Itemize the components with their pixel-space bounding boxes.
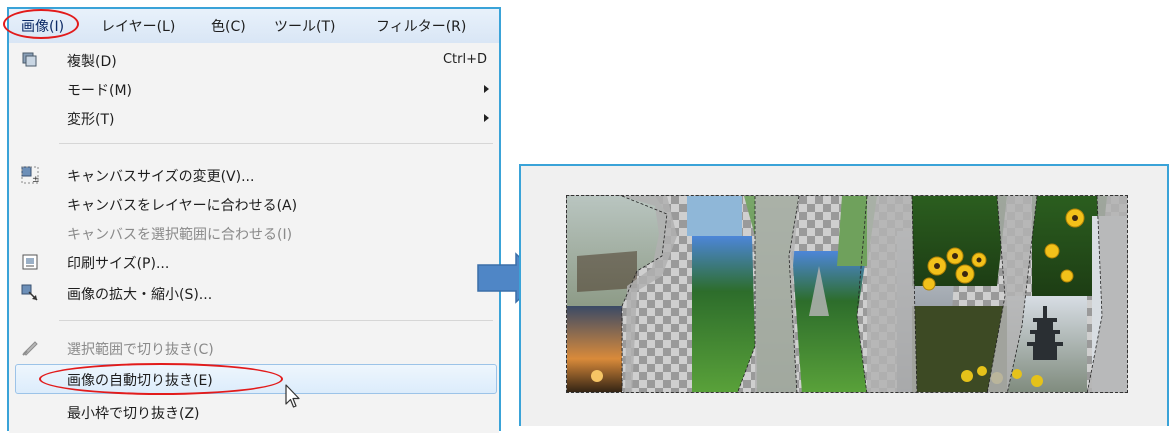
canvas-screenshot [519, 164, 1169, 426]
menu-item-canvas-size[interactable]: ± キャンバスサイズの変更(V)... [9, 160, 499, 190]
duplicate-icon [21, 51, 39, 69]
crop-icon [21, 339, 39, 357]
image-canvas [566, 195, 1128, 393]
submenu-arrow-icon [484, 114, 489, 122]
menu-item-duplicate[interactable]: 複製(D) Ctrl+D [9, 45, 499, 75]
menu-layer[interactable]: レイヤー(L) [101, 16, 175, 36]
image-menu-annotation [3, 9, 79, 39]
menu-item-fit-canvas-to-layers[interactable]: キャンバスをレイヤーに合わせる(A) [9, 189, 499, 219]
scale-image-icon [21, 284, 39, 302]
menu-item-crop-to-content[interactable]: 最小枠で切り抜き(Z) [9, 397, 499, 427]
menu-separator [59, 143, 493, 144]
menu-item-label: キャンバスをレイヤーに合わせる(A) [67, 198, 298, 214]
menu-item-transform[interactable]: 変形(T) [9, 103, 499, 133]
submenu-arrow-icon [484, 85, 489, 93]
menubar: 画像(I) レイヤー(L) 色(C) ツール(T) フィルター(R) [3, 9, 499, 44]
menu-item-label: 選択範囲で切り抜き(C) [67, 342, 214, 358]
menu-item-label: 最小枠で切り抜き(Z) [67, 406, 200, 422]
menu-item-fit-canvas-to-selection: キャンバスを選択範囲に合わせる(I) [9, 218, 499, 248]
svg-text:±: ± [32, 175, 39, 184]
menu-item-label: 画像の拡大・縮小(S)... [67, 287, 213, 303]
menu-item-crop-to-selection: 選択範囲で切り抜き(C) [9, 333, 499, 363]
mouse-cursor-icon [285, 384, 301, 414]
menu-item-scale-image[interactable]: 画像の拡大・縮小(S)... [9, 278, 499, 308]
shortcut-label: Ctrl+D [442, 52, 487, 67]
image-dropdown-menu: 複製(D) Ctrl+D モード(M) 変形(T) ± キャンバスサイズの変更(… [9, 43, 499, 433]
menu-item-label: 変形(T) [67, 112, 115, 128]
menu-item-label: 印刷サイズ(P)... [67, 256, 170, 272]
menu-item-mode[interactable]: モード(M) [9, 74, 499, 104]
menu-separator [59, 320, 493, 321]
autocrop-annotation [39, 363, 283, 395]
canvas-size-icon: ± [21, 166, 40, 185]
menu-screenshot: 画像(I) レイヤー(L) 色(C) ツール(T) フィルター(R) 複製(D)… [3, 7, 501, 433]
menu-tools[interactable]: ツール(T) [274, 16, 335, 36]
menu-item-print-size[interactable]: 印刷サイズ(P)... [9, 247, 499, 277]
print-size-icon [21, 253, 39, 271]
menu-item-label: キャンバスサイズの変更(V)... [67, 169, 255, 185]
menu-item-label: 複製(D) [67, 54, 117, 70]
menu-item-label: キャンバスを選択範囲に合わせる(I) [67, 227, 293, 243]
menu-colors[interactable]: 色(C) [211, 16, 246, 36]
menu-item-label: モード(M) [67, 83, 133, 99]
menu-filters[interactable]: フィルター(R) [376, 16, 466, 36]
